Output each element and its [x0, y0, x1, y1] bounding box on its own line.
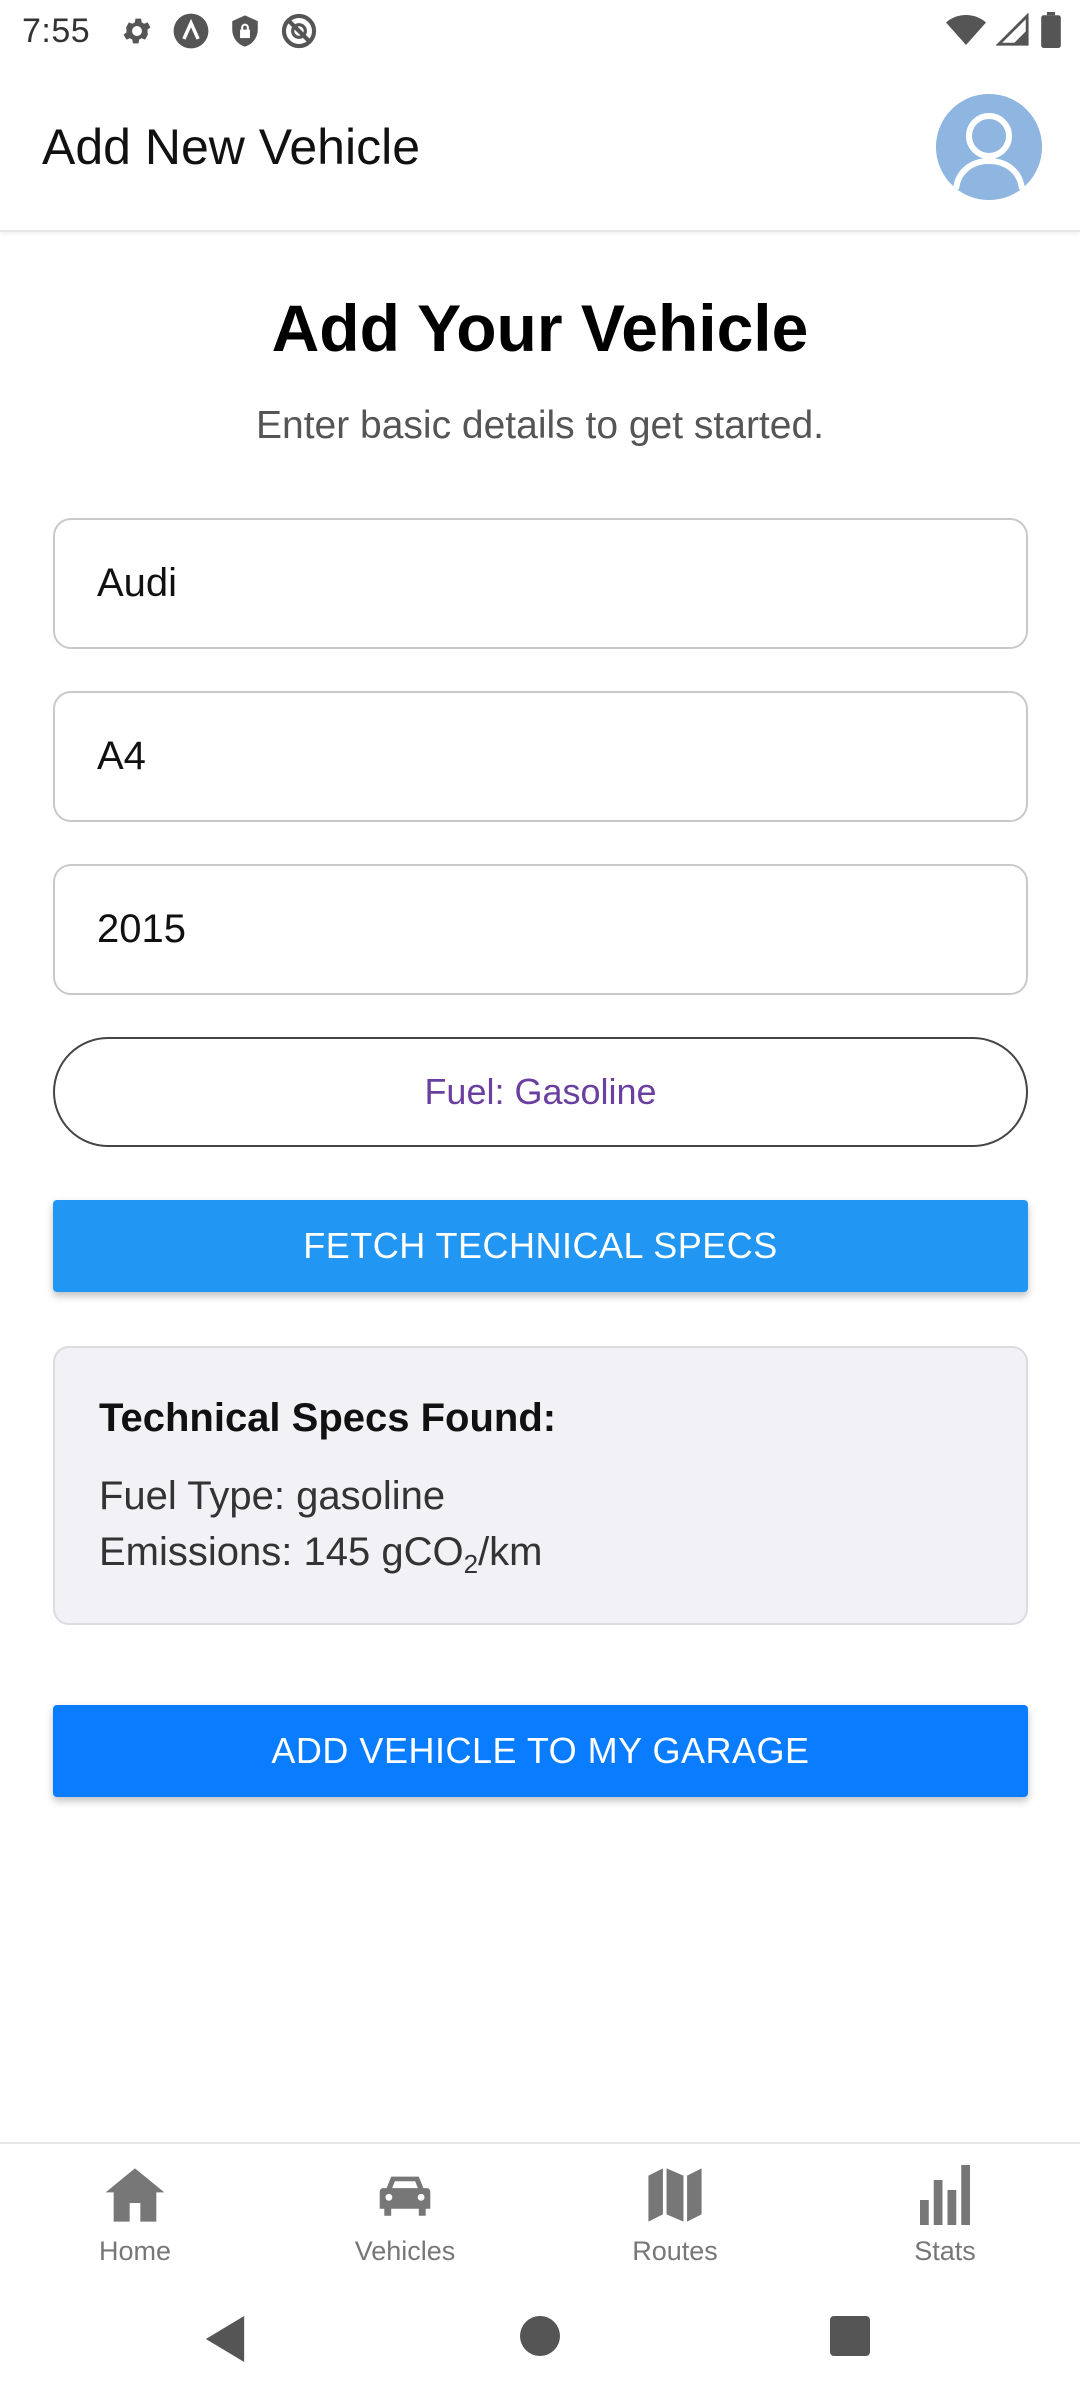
status-bar: 7:55 — [0, 0, 1080, 62]
nav-item-stats[interactable]: Stats — [845, 2164, 1045, 2267]
car-icon — [305, 2164, 505, 2226]
recents-icon[interactable] — [830, 2316, 870, 2361]
emissions-subscript: 2 — [463, 1549, 479, 1579]
form-subheading: Enter basic details to get started. — [256, 404, 824, 447]
year-field[interactable] — [53, 864, 1028, 995]
nav-label-home: Home — [98, 2236, 172, 2266]
system-nav-bar — [0, 2294, 1080, 2400]
dnd-icon — [281, 13, 317, 49]
settings-icon — [123, 18, 151, 44]
specs-card: Technical Specs Found: Fuel Type: gasoli… — [53, 1346, 1028, 1625]
nav-item-home[interactable]: Home — [35, 2164, 235, 2267]
model-input[interactable] — [55, 693, 1026, 820]
user-avatar-icon[interactable] — [936, 94, 1042, 200]
model-field[interactable] — [53, 691, 1028, 822]
status-time: 7:55 — [22, 12, 91, 50]
fetch-specs-button[interactable]: FETCH TECHNICAL SPECS — [53, 1200, 1028, 1292]
specs-emissions: Emissions: 145 gCO2/km — [99, 1530, 543, 1580]
specs-title: Technical Specs Found: — [99, 1396, 557, 1440]
emissions-prefix: Emissions: 145 gCO — [99, 1530, 464, 1574]
specs-fuel-type: Fuel Type: gasoline — [99, 1474, 446, 1518]
fuel-type-button[interactable]: Fuel: Gasoline — [53, 1037, 1028, 1147]
wifi-icon — [946, 15, 986, 45]
nav-label-vehicles: Vehicles — [354, 2236, 456, 2266]
battery-icon — [1041, 12, 1061, 48]
app-bar: Add New Vehicle — [0, 62, 1080, 232]
vpn-lock-icon — [232, 15, 258, 47]
nav-item-routes[interactable]: Routes — [575, 2164, 775, 2267]
signal-icon — [996, 13, 1029, 46]
status-icons-right — [946, 12, 1062, 48]
nav-label-routes: Routes — [632, 2236, 718, 2266]
page-title: Add New Vehicle — [42, 119, 421, 175]
fuel-type-label: Fuel: Gasoline — [424, 1071, 657, 1112]
emissions-suffix: /km — [478, 1530, 543, 1574]
home-icon — [35, 2164, 235, 2226]
year-input[interactable] — [55, 866, 1026, 993]
home-circle-icon[interactable] — [520, 2316, 560, 2361]
back-icon[interactable] — [205, 2316, 245, 2367]
map-icon — [575, 2164, 775, 2226]
nav-item-vehicles[interactable]: Vehicles — [305, 2164, 505, 2267]
nav-label-stats: Stats — [914, 2236, 976, 2266]
avatar-figure — [936, 94, 1042, 200]
add-vehicle-button[interactable]: ADD VEHICLE TO MY GARAGE — [53, 1705, 1028, 1797]
status-icons-left — [120, 12, 318, 50]
add-vehicle-label: ADD VEHICLE TO MY GARAGE — [271, 1730, 810, 1771]
app-a-icon — [173, 13, 209, 49]
make-field[interactable] — [53, 518, 1028, 649]
bottom-nav: Home Vehicles Routes Stats — [0, 2142, 1080, 2294]
fetch-specs-label: FETCH TECHNICAL SPECS — [303, 1225, 778, 1266]
form-heading: Add Your Vehicle — [271, 291, 809, 365]
bar-chart-icon — [845, 2164, 1045, 2226]
make-input[interactable] — [55, 520, 1026, 647]
